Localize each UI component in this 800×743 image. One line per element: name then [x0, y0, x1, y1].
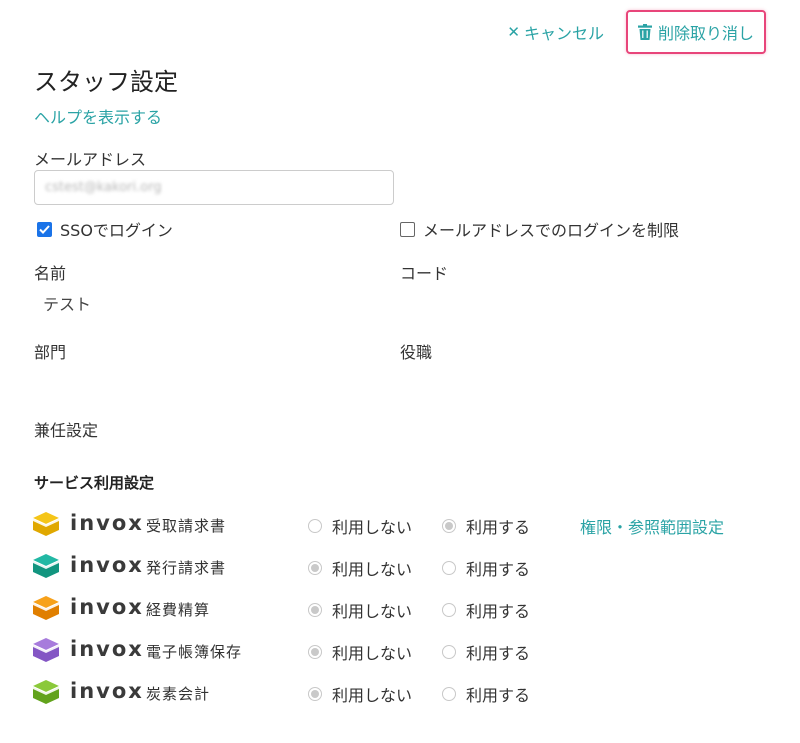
restrict-email-login-checkbox[interactable]: メールアドレスでのログインを制限 [400, 217, 679, 241]
service-option-on[interactable]: 利用する [442, 556, 530, 580]
cancel-button[interactable]: ✕ キャンセル [507, 20, 604, 44]
close-icon: ✕ [507, 23, 520, 41]
help-link[interactable]: ヘルプを表示する [34, 104, 162, 128]
name-value: テスト [43, 295, 92, 314]
name-label: 名前 [34, 264, 67, 283]
email-field[interactable]: cstest@kakori.org [34, 170, 394, 205]
invox-logo-icon [33, 638, 59, 662]
top-actions: ✕ キャンセル 削除取り消し [507, 10, 766, 54]
service-name: 炭素会計 [146, 685, 211, 703]
service-name: 受取請求書 [146, 517, 227, 535]
invox-logo-icon [33, 554, 59, 578]
invox-logo-icon [33, 596, 59, 620]
option-on-label: 利用する [466, 560, 531, 579]
option-on-label: 利用する [466, 518, 531, 537]
sso-login-label: SSOでログイン [60, 221, 173, 240]
page-title: スタッフ設定 [34, 68, 178, 96]
option-off-label: 利用しない [332, 602, 413, 621]
option-off-label: 利用しない [332, 644, 413, 663]
permission-settings-link[interactable]: 権限・参照範囲設定 [580, 514, 724, 538]
sso-login-checkbox[interactable]: SSOでログイン [37, 217, 173, 241]
service-option-on[interactable]: 利用する [442, 598, 530, 622]
cancel-label: キャンセル [523, 24, 604, 43]
service-option-off[interactable]: 利用しない [308, 640, 412, 664]
option-on-label: 利用する [466, 644, 531, 663]
radio-icon [308, 519, 322, 533]
option-off-label: 利用しない [332, 518, 413, 537]
service-brand: invox [70, 595, 144, 619]
service-row: invox 炭素会計 利用しない 利用する [32, 677, 752, 707]
concurrent-setting-label: 兼任設定 [34, 421, 99, 440]
service-option-off[interactable]: 利用しない [308, 556, 412, 580]
code-label: コード [400, 264, 449, 283]
service-brand: invox [70, 679, 144, 703]
trash-icon [637, 24, 652, 40]
service-brand: invox [70, 511, 144, 535]
email-value: cstest@kakori.org [45, 180, 162, 195]
checkbox-unchecked-icon [400, 221, 415, 237]
service-name: 発行請求書 [146, 559, 227, 577]
option-on-label: 利用する [466, 686, 531, 705]
service-option-off[interactable]: 利用しない [308, 514, 412, 538]
service-brand: invox [70, 637, 144, 661]
option-off-label: 利用しない [332, 560, 413, 579]
service-brand: invox [70, 553, 144, 577]
radio-icon [442, 561, 456, 575]
undo-delete-label: 削除取り消し [657, 24, 754, 43]
position-label: 役職 [400, 343, 433, 362]
radio-icon [442, 645, 456, 659]
invox-logo-icon [33, 680, 59, 704]
invox-logo-icon [33, 512, 59, 536]
email-label: メールアドレス [34, 150, 147, 169]
service-row: invox 受取請求書 利用しない 利用する 権限・参照範囲設定 [32, 509, 752, 539]
service-row: invox 発行請求書 利用しない 利用する [32, 551, 752, 581]
service-name: 経費精算 [146, 601, 211, 619]
service-option-on[interactable]: 利用する [442, 514, 530, 538]
checkbox-checked-icon [37, 221, 52, 237]
radio-icon [442, 519, 456, 533]
restrict-email-login-label: メールアドレスでのログインを制限 [423, 221, 680, 240]
radio-icon [308, 687, 322, 701]
option-on-label: 利用する [466, 602, 531, 621]
service-option-on[interactable]: 利用する [442, 682, 530, 706]
option-off-label: 利用しない [332, 686, 413, 705]
service-row: invox 電子帳簿保存 利用しない 利用する [32, 635, 752, 665]
service-option-on[interactable]: 利用する [442, 640, 530, 664]
service-row: invox 経費精算 利用しない 利用する [32, 593, 752, 623]
radio-icon [308, 561, 322, 575]
radio-icon [442, 603, 456, 617]
service-option-off[interactable]: 利用しない [308, 682, 412, 706]
undo-delete-button[interactable]: 削除取り消し [625, 10, 766, 54]
department-label: 部門 [34, 343, 67, 362]
service-name: 電子帳簿保存 [146, 643, 243, 661]
radio-icon [442, 687, 456, 701]
service-settings-title: サービス利用設定 [34, 474, 155, 492]
radio-icon [308, 645, 322, 659]
radio-icon [308, 603, 322, 617]
service-option-off[interactable]: 利用しない [308, 598, 412, 622]
